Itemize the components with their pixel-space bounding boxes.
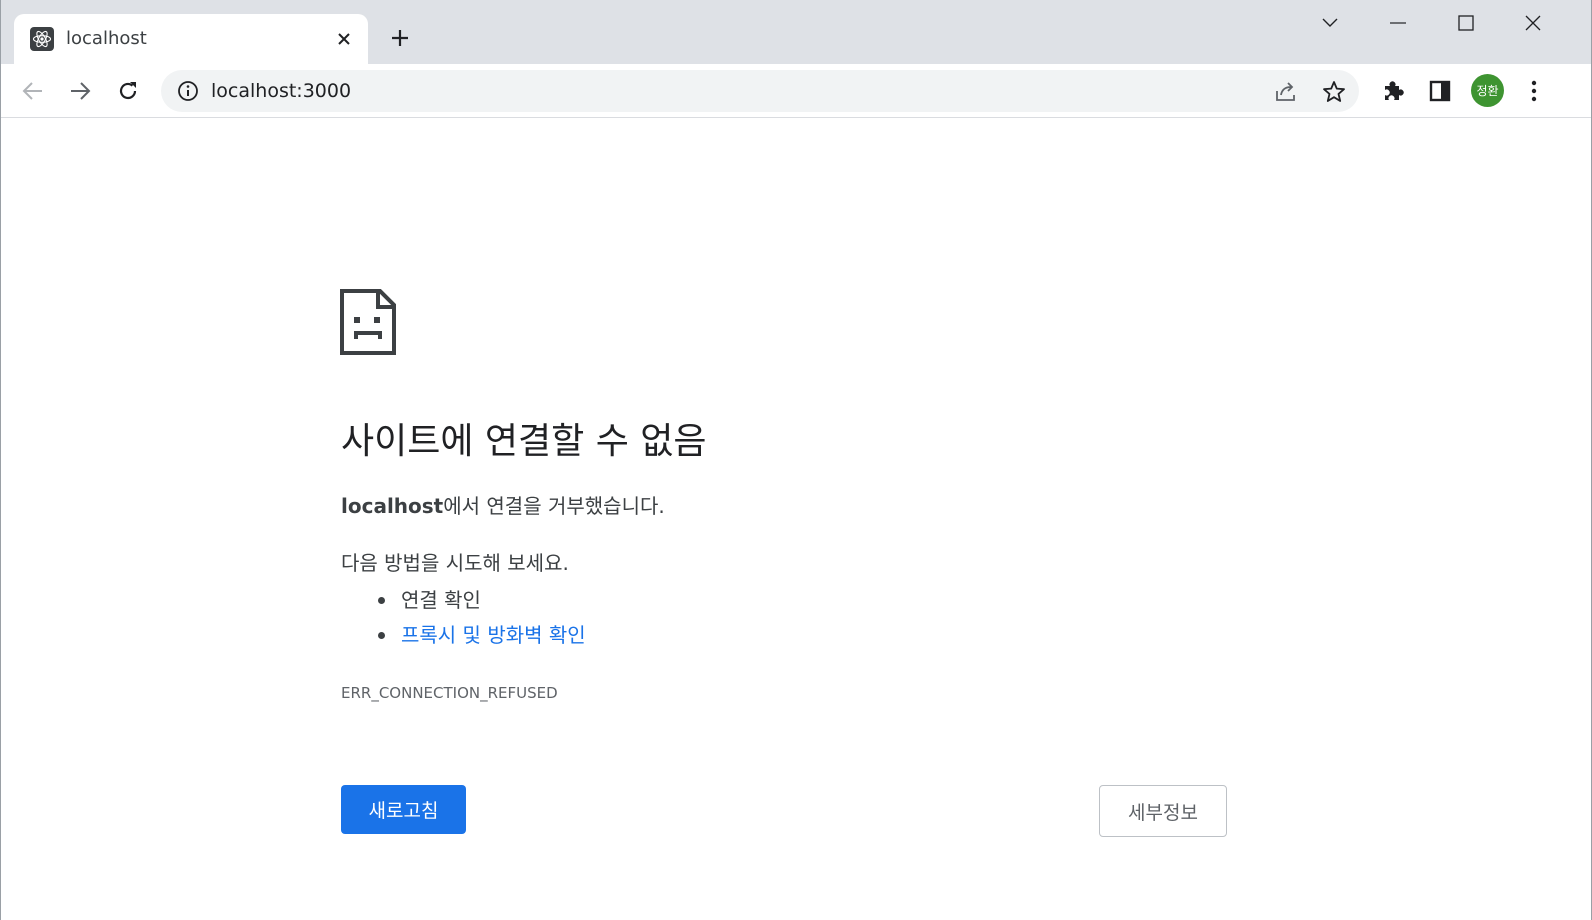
more-menu-icon[interactable] (1519, 76, 1549, 106)
error-message: 에서 연결을 거부했습니다. (443, 494, 665, 518)
address-bar[interactable]: localhost:3000 (161, 70, 1359, 112)
window-border (0, 0, 1592, 920)
error-code: ERR_CONNECTION_REFUSED (341, 684, 558, 702)
close-tab-icon[interactable] (332, 27, 356, 51)
tab-strip: localhost (0, 0, 1592, 64)
close-window-icon[interactable] (1513, 8, 1553, 38)
react-icon (30, 27, 54, 51)
share-icon[interactable] (1273, 79, 1299, 105)
side-panel-icon[interactable] (1425, 76, 1455, 106)
suggestion-label: 연결 확인 (401, 588, 481, 612)
error-description: localhost에서 연결을 거부했습니다. (341, 492, 665, 520)
info-icon[interactable] (177, 80, 199, 102)
bookmark-star-icon[interactable] (1321, 79, 1347, 105)
sad-page-icon (340, 289, 396, 355)
tab-search-icon[interactable] (1310, 8, 1350, 38)
maximize-icon[interactable] (1446, 8, 1486, 38)
suggestion-check-connection: 연결 확인 (376, 583, 586, 618)
forward-icon[interactable] (64, 75, 96, 107)
suggestion-list: 연결 확인 프록시 및 방화벽 확인 (376, 583, 586, 653)
minimize-icon[interactable] (1378, 8, 1418, 38)
try-label: 다음 방법을 시도해 보세요. (341, 551, 569, 575)
toolbar: localhost:3000 정환 (0, 64, 1592, 118)
tab-title: localhost (66, 28, 147, 49)
tab-localhost[interactable]: localhost (14, 14, 368, 64)
back-icon[interactable] (17, 75, 49, 107)
details-button[interactable]: 세부정보 (1099, 785, 1227, 837)
error-heading: 사이트에 연결할 수 없음 (341, 421, 707, 462)
proxy-firewall-link[interactable]: 프록시 및 방화벽 확인 (401, 623, 586, 647)
error-host: localhost (341, 494, 444, 518)
url-text: localhost:3000 (211, 80, 352, 102)
new-tab-icon[interactable] (386, 24, 414, 52)
profile-avatar[interactable]: 정환 (1471, 74, 1504, 107)
reload-icon[interactable] (112, 75, 144, 107)
suggestion-check-proxy-firewall[interactable]: 프록시 및 방화벽 확인 (376, 618, 586, 653)
reload-button[interactable]: 새로고침 (341, 785, 466, 834)
extensions-puzzle-icon[interactable] (1378, 76, 1408, 106)
